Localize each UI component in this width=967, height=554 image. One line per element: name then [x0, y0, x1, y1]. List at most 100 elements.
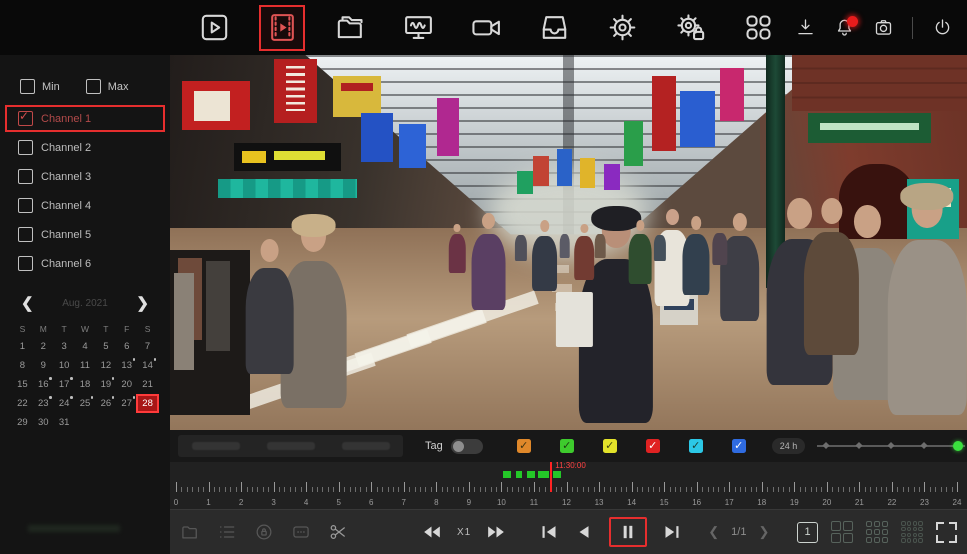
- rewind-button[interactable]: [422, 522, 442, 542]
- recording-segment[interactable]: [516, 471, 522, 478]
- channel-item-3[interactable]: Channel 3: [6, 164, 164, 189]
- calendar-day[interactable]: 29: [12, 414, 33, 431]
- calendar-day[interactable]: 17: [54, 376, 75, 393]
- file-manager-button[interactable]: [328, 6, 372, 50]
- view-single-button[interactable]: 1: [797, 521, 818, 543]
- playback-button[interactable]: [259, 4, 305, 51]
- previous-file-button[interactable]: [539, 522, 559, 542]
- channel-item-2[interactable]: Channel 2: [6, 135, 164, 160]
- channel-item-5[interactable]: Channel 5: [6, 222, 164, 247]
- page-prev-button[interactable]: ❮: [706, 524, 721, 540]
- view-grid9-button[interactable]: [866, 521, 888, 543]
- calendar-day[interactable]: 16: [33, 376, 54, 393]
- calendar-day[interactable]: 19: [95, 376, 116, 393]
- clip-button[interactable]: [328, 522, 348, 542]
- watermark-button[interactable]: [291, 522, 311, 542]
- calendar-next-button[interactable]: ❯: [131, 292, 154, 314]
- calendar-prev-button[interactable]: ❮: [16, 292, 39, 314]
- tag-toggle[interactable]: [450, 438, 483, 454]
- calendar-day[interactable]: 31: [54, 414, 75, 431]
- calendar-day[interactable]: 25: [75, 395, 96, 412]
- next-file-button[interactable]: [662, 522, 682, 542]
- play-backward-icon: [579, 526, 589, 538]
- recording-segment[interactable]: [537, 471, 549, 478]
- page-next-button[interactable]: ❯: [756, 524, 771, 540]
- view-grid16-button[interactable]: [901, 521, 923, 543]
- channel-checkbox[interactable]: [18, 169, 33, 184]
- channel-item-4[interactable]: Channel 4: [6, 193, 164, 218]
- ruler-tick: [875, 487, 877, 492]
- rectype-checkbox-alarm[interactable]: ✓: [645, 439, 660, 453]
- calendar-day[interactable]: 27: [116, 395, 137, 412]
- max-checkbox[interactable]: Max: [85, 79, 129, 94]
- min-checkbox[interactable]: Min: [20, 79, 60, 94]
- calendar-day-selected[interactable]: 28: [136, 394, 159, 413]
- timeline-zoom-slider[interactable]: [817, 439, 966, 453]
- channel-item-1[interactable]: Channel 1: [5, 105, 165, 132]
- pause-button[interactable]: [609, 517, 648, 547]
- play-backward-button[interactable]: [574, 522, 594, 542]
- slider-knob[interactable]: [952, 441, 963, 451]
- playhead[interactable]: [550, 462, 553, 492]
- channel-item-6[interactable]: Channel 6: [6, 251, 164, 276]
- view-grid4-button[interactable]: [831, 521, 853, 543]
- channel-checkbox[interactable]: [18, 109, 33, 126]
- rectype-checkbox-smart[interactable]: ✓: [602, 439, 617, 453]
- calendar-day[interactable]: 11: [75, 357, 96, 374]
- calendar-day[interactable]: 7: [137, 338, 158, 355]
- open-file-button[interactable]: [180, 522, 200, 542]
- calendar-day[interactable]: 24: [54, 395, 75, 412]
- calendar-day[interactable]: 15: [12, 376, 33, 393]
- channel-checkbox[interactable]: [18, 227, 33, 242]
- calendar-day[interactable]: 10: [54, 357, 75, 374]
- weekday-label: W: [80, 324, 89, 334]
- rectype-checkbox-normal[interactable]: ✓: [516, 439, 531, 453]
- calendar-day[interactable]: 6: [116, 338, 137, 355]
- calendar-day[interactable]: 23: [33, 395, 54, 412]
- lock-record-button[interactable]: [254, 522, 274, 542]
- settings-button[interactable]: [600, 6, 644, 50]
- fast-forward-button[interactable]: [486, 522, 506, 542]
- rectype-checkbox-motion[interactable]: ✓: [559, 439, 574, 453]
- calendar-day[interactable]: 14: [137, 357, 158, 374]
- scene-shape: [624, 120, 644, 166]
- rectype-checkbox-intelligent[interactable]: ✓: [688, 439, 703, 453]
- apps-button[interactable]: [736, 6, 780, 50]
- snapshot-button[interactable]: [870, 15, 896, 41]
- calendar-day[interactable]: 1: [12, 338, 33, 355]
- fullscreen-button[interactable]: [936, 521, 957, 543]
- live-view-button[interactable]: [192, 6, 236, 50]
- calendar-day[interactable]: 22: [12, 395, 33, 412]
- power-button[interactable]: [929, 15, 955, 41]
- channel-button[interactable]: [464, 6, 508, 50]
- calendar-day[interactable]: 9: [33, 357, 54, 374]
- calendar-day[interactable]: 30: [33, 414, 54, 431]
- calendar-day[interactable]: 12: [95, 357, 116, 374]
- timeline[interactable]: 0 1 2 3 4 5 6 7 8 9 10 11 12 13 14 15 16 17 18 19 20 21 22 23 24…: [170, 461, 967, 509]
- video-frame[interactable]: [170, 55, 967, 430]
- calendar-day[interactable]: 2: [33, 338, 54, 355]
- record-list-button[interactable]: [217, 522, 237, 542]
- calendar-day[interactable]: 13: [116, 357, 137, 374]
- calendar-day[interactable]: 26: [95, 395, 116, 412]
- calendar-day[interactable]: 5: [95, 338, 116, 355]
- recording-segment[interactable]: [503, 471, 511, 478]
- calendar-day[interactable]: 4: [75, 338, 96, 355]
- download-button[interactable]: [792, 15, 818, 41]
- calendar-day[interactable]: 18: [75, 376, 96, 393]
- channel-checkbox[interactable]: [18, 256, 33, 271]
- channel-checkbox[interactable]: [18, 198, 33, 213]
- backup-button[interactable]: [532, 6, 576, 50]
- recording-segment[interactable]: [553, 471, 561, 478]
- calendar-day[interactable]: 3: [54, 338, 75, 355]
- filter-tabs-strip[interactable]: [178, 435, 403, 457]
- calendar-day[interactable]: 20: [116, 376, 137, 393]
- system-settings-button[interactable]: [668, 6, 712, 50]
- channel-checkbox[interactable]: [18, 140, 33, 155]
- calendar-day[interactable]: 21: [137, 376, 158, 393]
- alarm-button[interactable]: [831, 15, 858, 41]
- recording-segment[interactable]: [527, 471, 535, 478]
- rectype-checkbox-other[interactable]: ✓: [731, 439, 746, 453]
- calendar-day[interactable]: 8: [12, 357, 33, 374]
- display-button[interactable]: [396, 6, 440, 50]
